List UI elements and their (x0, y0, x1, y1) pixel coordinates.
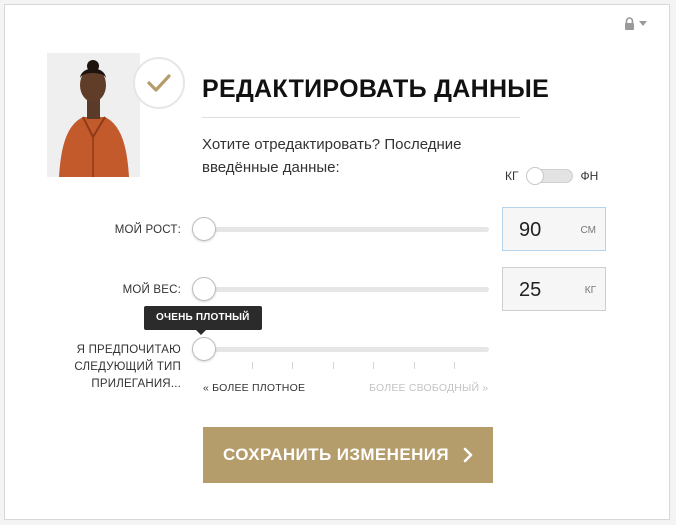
height-slider-thumb[interactable] (192, 217, 216, 241)
weight-slider[interactable] (192, 277, 489, 303)
edit-prompt: Хотите отредактировать? Последние введён… (202, 136, 462, 176)
title-divider (202, 117, 520, 118)
privacy-menu[interactable] (624, 17, 647, 30)
fit-min-label: « БОЛЕЕ ПЛОТНОЕ (203, 382, 306, 394)
fit-tick (373, 362, 375, 369)
save-changes-button[interactable]: СОХРАНИТЬ ИЗМЕНЕНИЯ (203, 427, 493, 483)
weight-value[interactable]: 25 (519, 279, 541, 302)
height-slider[interactable] (192, 217, 489, 243)
model-photo (47, 53, 140, 177)
chevron-right-icon (463, 447, 473, 463)
weight-label: МОЙ ВЕС: (122, 284, 181, 296)
save-button-label: СОХРАНИТЬ ИЗМЕНЕНИЯ (222, 445, 449, 464)
fit-slider[interactable] (192, 337, 489, 363)
height-unit: СМ (580, 225, 596, 236)
unit-toggle[interactable]: КГ ФН (505, 167, 599, 185)
fit-tick (454, 362, 456, 369)
height-value[interactable]: 90 (519, 219, 541, 242)
page-title: РЕДАКТИРОВАТЬ ДАННЫЕ (202, 75, 550, 103)
fit-tooltip: ОЧЕНЬ ПЛОТНЫЙ (144, 306, 262, 335)
lock-icon (625, 17, 634, 30)
caret-down-icon (639, 21, 647, 26)
unit-kg-label: КГ (505, 169, 519, 183)
check-icon (147, 74, 171, 92)
edit-data-panel: РЕДАКТИРОВАТЬ ДАННЫЕ Хотите отредактиров… (4, 4, 670, 520)
height-field[interactable]: 90 СМ (502, 207, 606, 251)
fit-max-label: БОЛЕЕ СВОБОДНЫЙ » (369, 382, 489, 394)
weight-slider-track[interactable] (205, 287, 489, 292)
fit-slider-ticks (205, 362, 489, 370)
height-slider-track[interactable] (205, 227, 489, 232)
fit-tick (251, 362, 253, 369)
height-label: МОЙ РОСТ: (114, 224, 181, 236)
fit-slider-thumb[interactable] (192, 337, 216, 361)
fit-tick (332, 362, 334, 369)
fit-slider-track[interactable] (205, 347, 489, 352)
unit-lb-label: ФН (580, 169, 599, 183)
unit-toggle-knob[interactable] (525, 167, 544, 185)
fit-tick (292, 362, 294, 369)
weight-slider-thumb[interactable] (192, 277, 216, 301)
fit-tick (413, 362, 415, 369)
check-badge (133, 57, 185, 109)
fit-label: Я ПРЕДПОЧИТАЮ СЛЕДУЮЩИЙ ТИП ПРИЛЕГАНИЯ..… (74, 344, 181, 390)
unit-toggle-switch[interactable] (525, 167, 573, 185)
weight-unit: КГ (584, 285, 596, 296)
weight-field[interactable]: 25 КГ (502, 267, 606, 311)
